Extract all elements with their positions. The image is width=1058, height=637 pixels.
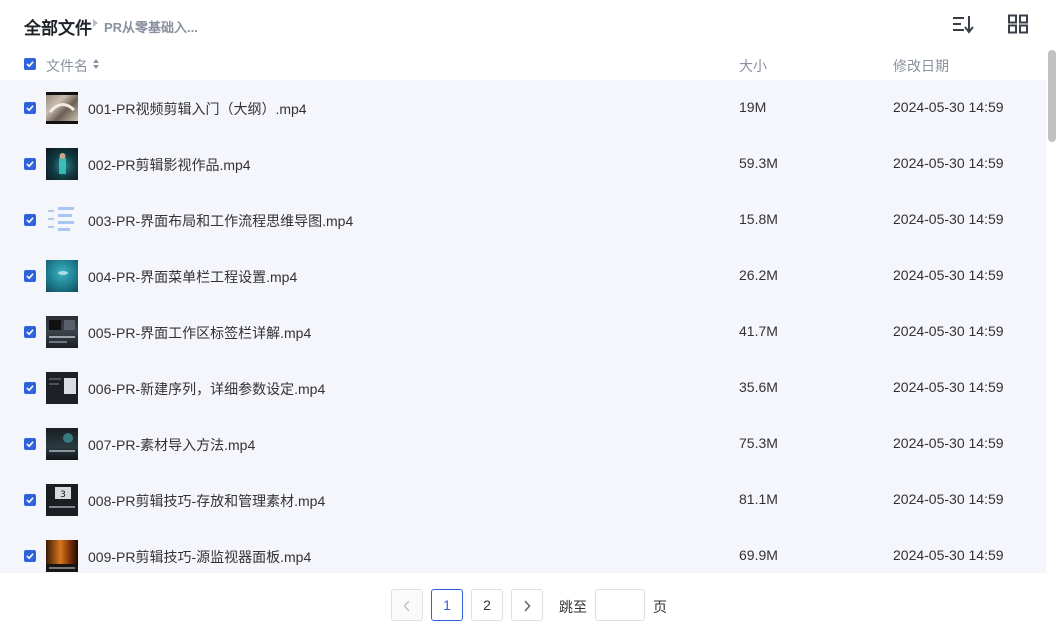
file-size: 59.3M [739, 155, 778, 171]
file-date: 2024-05-30 14:59 [893, 99, 1004, 115]
file-name[interactable]: 006-PR-新建序列，详细参数设定.mp4 [88, 379, 325, 399]
row-checkbox[interactable] [24, 382, 36, 394]
grid-view-icon[interactable] [1006, 13, 1030, 35]
row-checkbox[interactable] [24, 326, 36, 338]
table-row[interactable]: 006-PR-新建序列，详细参数设定.mp4 35.6M 2024-05-30 … [0, 360, 1046, 416]
file-name[interactable]: 002-PR剪辑影视作品.mp4 [88, 155, 251, 175]
video-thumbnail [46, 204, 78, 236]
file-name[interactable]: 008-PR剪辑技巧-存放和管理素材.mp4 [88, 491, 325, 511]
file-size: 81.1M [739, 491, 778, 507]
table-row[interactable]: 001-PR视频剪辑入门（大纲）.mp4 19M 2024-05-30 14:5… [0, 80, 1046, 136]
table-row[interactable]: 003-PR-界面布局和工作流程思维导图.mp4 15.8M 2024-05-3… [0, 192, 1046, 248]
file-size: 15.8M [739, 211, 778, 227]
breadcrumb-separator-icon [93, 19, 98, 27]
prev-page-button[interactable] [391, 589, 423, 621]
row-checkbox[interactable] [24, 158, 36, 170]
video-thumbnail [46, 540, 78, 572]
row-checkbox[interactable] [24, 214, 36, 226]
file-name[interactable]: 001-PR视频剪辑入门（大纲）.mp4 [88, 99, 307, 119]
row-checkbox[interactable] [24, 494, 36, 506]
table-row[interactable]: 005-PR-界面工作区标签栏详解.mp4 41.7M 2024-05-30 1… [0, 304, 1046, 360]
scrollbar-thumb[interactable] [1048, 50, 1056, 142]
table-header: 文件名 大小 修改日期 [0, 48, 1046, 80]
table-row[interactable]: 3 008-PR剪辑技巧-存放和管理素材.mp4 81.1M 2024-05-3… [0, 472, 1046, 528]
jump-unit-label: 页 [653, 599, 667, 615]
page-button-1[interactable]: 1 [431, 589, 463, 621]
file-date: 2024-05-30 14:59 [893, 323, 1004, 339]
column-size-header[interactable]: 大小 [739, 56, 767, 76]
file-date: 2024-05-30 14:59 [893, 435, 1004, 451]
header: 全部文件 PR从零基础入... [0, 0, 1046, 48]
row-checkbox[interactable] [24, 438, 36, 450]
file-size: 41.7M [739, 323, 778, 339]
row-checkbox[interactable] [24, 102, 36, 114]
jump-to-label: 跳至 [559, 599, 587, 615]
svg-text:3: 3 [60, 490, 66, 500]
file-date: 2024-05-30 14:59 [893, 491, 1004, 507]
file-date: 2024-05-30 14:59 [893, 379, 1004, 395]
video-thumbnail [46, 316, 78, 348]
row-checkbox[interactable] [24, 550, 36, 562]
video-thumbnail: 3 [46, 484, 78, 516]
sort-list-icon[interactable] [950, 13, 976, 35]
file-size: 35.6M [739, 379, 778, 395]
breadcrumb-root[interactable]: 全部文件 [24, 14, 92, 39]
column-date-header[interactable]: 修改日期 [893, 56, 949, 76]
select-all-checkbox[interactable] [24, 58, 36, 70]
file-name[interactable]: 009-PR剪辑技巧-源监视器面板.mp4 [88, 547, 311, 567]
table-row[interactable]: 007-PR-素材导入方法.mp4 75.3M 2024-05-30 14:59 [0, 416, 1046, 472]
file-size: 26.2M [739, 267, 778, 283]
video-thumbnail [46, 92, 78, 124]
file-date: 2024-05-30 14:59 [893, 547, 1004, 563]
chevron-right-icon [524, 600, 531, 612]
video-thumbnail [46, 428, 78, 460]
file-size: 75.3M [739, 435, 778, 451]
table-row[interactable]: 002-PR剪辑影视作品.mp4 59.3M 2024-05-30 14:59 [0, 136, 1046, 192]
file-date: 2024-05-30 14:59 [893, 267, 1004, 283]
page-button-2[interactable]: 2 [471, 589, 503, 621]
file-name[interactable]: 007-PR-素材导入方法.mp4 [88, 435, 255, 455]
file-name[interactable]: 003-PR-界面布局和工作流程思维导图.mp4 [88, 211, 353, 231]
file-list: 001-PR视频剪辑入门（大纲）.mp4 19M 2024-05-30 14:5… [0, 80, 1046, 573]
file-date: 2024-05-30 14:59 [893, 211, 1004, 227]
jump-page-input[interactable] [595, 589, 645, 621]
file-name[interactable]: 005-PR-界面工作区标签栏详解.mp4 [88, 323, 311, 343]
video-thumbnail [46, 260, 78, 292]
chevron-left-icon [403, 600, 410, 612]
table-row[interactable]: 004-PR-界面菜单栏工程设置.mp4 26.2M 2024-05-30 14… [0, 248, 1046, 304]
pagination: 1 2 跳至 页 [0, 573, 1058, 637]
row-checkbox[interactable] [24, 270, 36, 282]
file-date: 2024-05-30 14:59 [893, 155, 1004, 171]
file-name[interactable]: 004-PR-界面菜单栏工程设置.mp4 [88, 267, 297, 287]
file-size: 69.9M [739, 547, 778, 563]
sort-arrows-icon[interactable] [92, 57, 100, 71]
video-thumbnail [46, 148, 78, 180]
file-size: 19M [739, 99, 767, 115]
video-thumbnail [46, 372, 78, 404]
breadcrumb-current: PR从零基础入... [104, 20, 198, 35]
next-page-button[interactable] [511, 589, 543, 621]
column-name-header[interactable]: 文件名 [46, 56, 88, 76]
table-row[interactable]: 009-PR剪辑技巧-源监视器面板.mp4 69.9M 2024-05-30 1… [0, 528, 1046, 573]
file-browser: 全部文件 PR从零基础入... 文件名 大小 修改日期 001-PR视频剪辑入门… [0, 0, 1058, 637]
